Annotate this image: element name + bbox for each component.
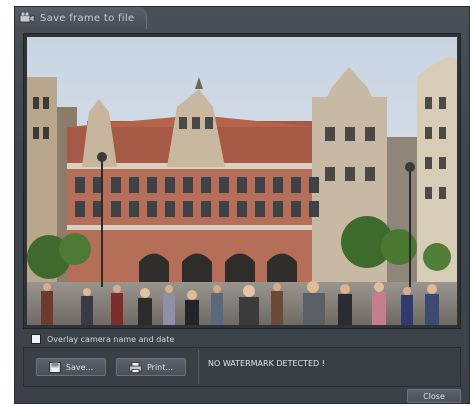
window-title: Save frame to file bbox=[40, 12, 135, 24]
save-label: Save... bbox=[65, 362, 94, 372]
watermark-status: NO WATERMARK DETECTED ! bbox=[208, 359, 325, 368]
overlay-option: Overlay camera name and date bbox=[31, 334, 174, 344]
title-bar: Save frame to file bbox=[15, 7, 147, 29]
close-label: Close bbox=[423, 391, 445, 401]
print-button[interactable]: Print... bbox=[116, 358, 186, 376]
divider bbox=[198, 350, 199, 384]
action-panel: Save... Print... NO WATERMARK DETECTED ! bbox=[23, 347, 461, 387]
frame-preview-image bbox=[27, 37, 457, 325]
camera-icon bbox=[19, 11, 35, 23]
save-button[interactable]: Save... bbox=[36, 358, 106, 376]
close-button[interactable]: Close bbox=[407, 389, 461, 403]
preview-frame bbox=[23, 33, 461, 329]
street-scene-photo bbox=[27, 37, 457, 325]
overlay-label: Overlay camera name and date bbox=[47, 334, 175, 344]
disk-icon bbox=[48, 361, 61, 373]
save-frame-dialog: Save frame to file Overlay camera name a… bbox=[14, 6, 470, 404]
overlay-checkbox[interactable] bbox=[31, 334, 41, 344]
print-label: Print... bbox=[146, 362, 174, 372]
printer-icon bbox=[129, 361, 142, 373]
